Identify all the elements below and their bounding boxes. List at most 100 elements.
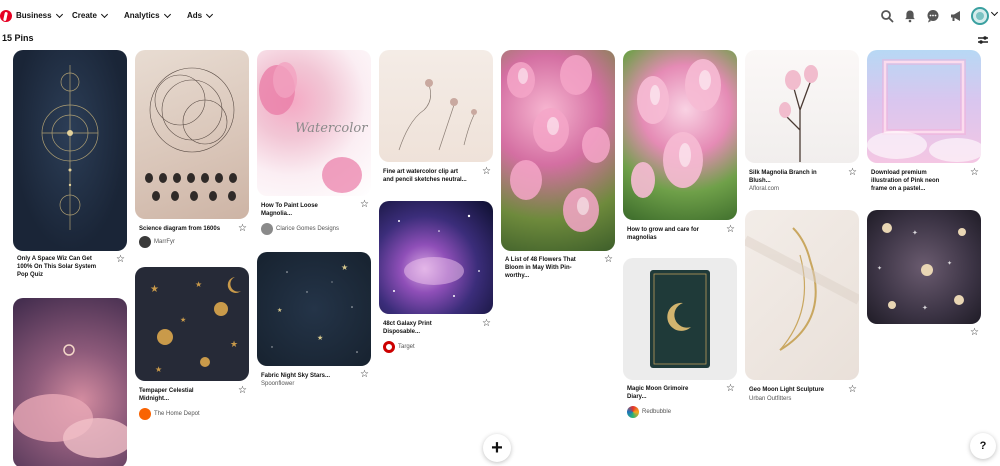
pin-source[interactable]: The Home Depot [139,408,200,420]
pin-title-line: magnolias [627,235,657,241]
pin-card[interactable]: ★ ★ ★ Fabric Night Sky Stars... ☆ Spoonf… [257,252,371,387]
search-icon[interactable] [880,9,894,23]
pin-title[interactable]: Science diagram from 1600s [139,225,235,233]
nav-analytics-label: Analytics [124,11,160,20]
nav-create[interactable]: Create [72,10,108,20]
pin-title[interactable]: Tempaper Celestial Midnight... [139,387,235,403]
pin-title[interactable]: A List of 48 Flowers That Bloom in May W… [505,256,601,280]
pin-image[interactable] [501,50,615,251]
pin-card[interactable]: Fine art watercolor clip art and pencil … [379,50,493,183]
pin-image[interactable]: Watercolor [257,50,371,196]
save-star-icon[interactable]: ☆ [482,167,491,177]
pencil-sketch-image [398,79,477,151]
pin-card[interactable]: ★ ★ ★ ★ ★ Tempaper Celestial Midnight...… [135,267,249,420]
account-chevron-down-icon[interactable] [990,8,999,17]
nav-ads-label: Ads [187,11,203,20]
pin-image[interactable] [745,210,859,380]
pin-card[interactable]: Download premium illustration of Pink ne… [867,50,981,192]
source-avatar [627,406,639,418]
svg-text:★: ★ [155,365,162,374]
save-star-icon[interactable]: ☆ [238,386,247,396]
pin-title[interactable]: Only A Space Wiz Can Get 100% On This So… [17,255,113,279]
pin-source[interactable]: MarrFyr [139,236,175,248]
pin-source[interactable]: Clarice Gomes Designs [261,223,339,235]
pin-title[interactable]: Download premium illustration of Pink ne… [871,169,967,193]
pin-title[interactable]: Silk Magnolia Branch in Blush... [749,169,845,185]
pin-title-line: illustration of Pink neon [871,178,940,184]
pin-title-line: Blush... [749,178,771,184]
pin-title-line: How To Paint Loose [261,203,318,209]
save-star-icon[interactable]: ☆ [970,168,979,178]
create-pin-button[interactable]: + [483,434,511,462]
save-star-icon[interactable]: ☆ [848,385,857,395]
source-avatar [139,408,151,420]
pin-card[interactable]: Science diagram from 1600s ☆ MarrFyr [135,50,249,248]
svg-text:✦: ✦ [922,304,928,312]
pin-card[interactable]: Only A Space Wiz Can Get 100% On This So… [13,50,127,278]
pin-title[interactable]: Geo Moon Light Sculpture [749,386,845,394]
pin-card[interactable]: ✦ ✦ ✦ ✦ ☆ [867,210,981,338]
pin-image[interactable] [623,258,737,380]
pin-image[interactable] [13,50,127,251]
help-button[interactable]: ? [970,433,996,459]
pin-title[interactable]: 48ct Galaxy Print Disposable... [383,320,479,336]
filter-icon[interactable] [977,35,989,45]
pin-image[interactable]: ✦ ✦ ✦ ✦ [867,210,981,324]
pin-title-line: Geo Moon Light Sculpture [749,387,824,393]
pin-title[interactable]: Magic Moon Grimoire Diary... [627,385,723,401]
pin-count: 15 Pins [2,33,34,43]
pin-image[interactable]: ★ ★ ★ [257,252,371,366]
messages-icon[interactable] [926,9,940,23]
pin-title[interactable]: How To Paint Loose Magnolia... [261,202,357,218]
pin-card[interactable]: 48ct Galaxy Print Disposable... ☆ Target [379,201,493,353]
svg-text:✦: ✦ [877,265,882,272]
nav-business[interactable]: Business [16,10,63,20]
bell-icon[interactable] [903,9,917,23]
pin-source-label: Urban Outfitters [749,396,792,402]
source-avatar [383,341,395,353]
save-star-icon[interactable]: ☆ [970,328,979,338]
save-star-icon[interactable]: ☆ [116,255,125,265]
save-star-icon[interactable]: ☆ [726,384,735,394]
pin-title[interactable]: Fabric Night Sky Stars... [261,372,357,380]
pin-source-label: The Home Depot [154,411,200,417]
save-star-icon[interactable]: ☆ [848,168,857,178]
avatar[interactable] [971,7,989,25]
pin-source[interactable]: Afloral.com [749,186,779,192]
pin-image[interactable] [13,298,127,466]
pin-card[interactable]: Geo Moon Light Sculpture ☆ Urban Outfitt… [745,210,859,402]
pin-image[interactable]: ★ ★ ★ ★ ★ [135,267,249,381]
pin-card[interactable]: How to grow and care for magnolias ☆ [623,50,737,241]
pin-title-line: Magnolia... [261,211,293,217]
pin-card[interactable] [13,298,127,466]
pin-image[interactable] [867,50,981,163]
pin-card[interactable]: A List of 48 Flowers That Bloom in May W… [501,50,615,279]
pin-title-line: Magic Moon Grimoire [627,386,689,392]
nav-ads[interactable]: Ads [187,10,214,20]
svg-text:★: ★ [230,340,238,350]
save-star-icon[interactable]: ☆ [604,255,613,265]
pin-card[interactable]: Watercolor How To Paint Loose Magnolia..… [257,50,371,235]
pin-image[interactable] [379,50,493,162]
pin-source[interactable]: Target [383,341,415,353]
save-star-icon[interactable]: ☆ [360,200,369,210]
pin-title[interactable]: Fine art watercolor clip art and pencil … [383,168,479,184]
pin-image[interactable] [745,50,859,163]
save-star-icon[interactable]: ☆ [482,319,491,329]
megaphone-icon[interactable] [949,9,963,23]
pinterest-logo-icon[interactable] [0,10,12,22]
save-star-icon[interactable]: ☆ [726,225,735,235]
svg-text:★: ★ [180,316,186,324]
pin-source[interactable]: Redbubble [627,406,671,418]
save-star-icon[interactable]: ☆ [238,224,247,234]
pin-card[interactable]: Magic Moon Grimoire Diary... ☆ Redbubble [623,258,737,418]
pin-source[interactable]: Spoonflower [261,381,294,387]
pin-source[interactable]: Urban Outfitters [749,396,791,402]
pin-title[interactable]: How to grow and care for magnolias [627,226,723,242]
pin-image[interactable] [135,50,249,219]
pin-card[interactable]: Silk Magnolia Branch in Blush... ☆ Aflor… [745,50,859,192]
pin-image[interactable] [623,50,737,220]
save-star-icon[interactable]: ☆ [360,370,369,380]
nav-analytics[interactable]: Analytics [124,10,171,20]
pin-image[interactable] [379,201,493,314]
